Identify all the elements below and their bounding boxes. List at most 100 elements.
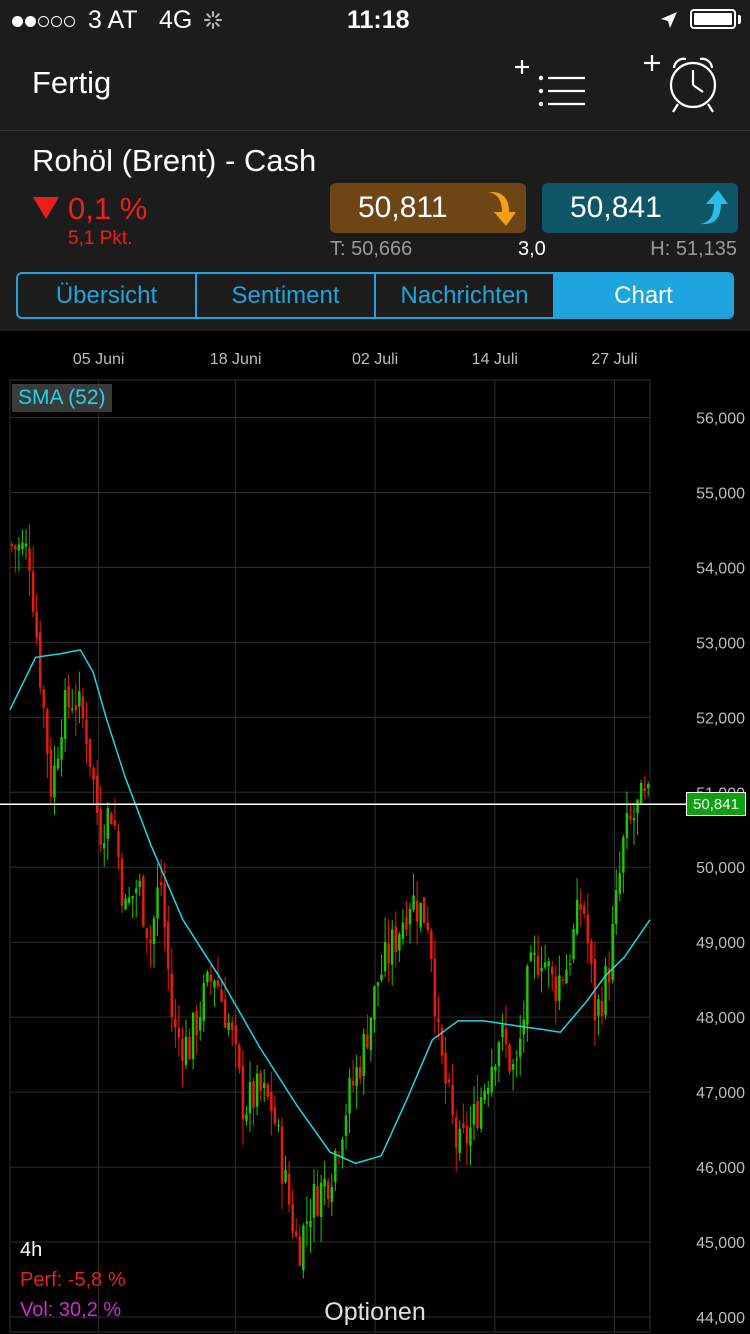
- date-tick-label: 14 Juli: [472, 351, 518, 368]
- arrow-down-icon: [484, 188, 518, 228]
- candle-body: [530, 952, 532, 960]
- location-arrow-icon: [660, 11, 678, 29]
- price-tick-label: 56,000: [696, 410, 745, 427]
- candle-body: [373, 986, 375, 1019]
- price-chart[interactable]: 05 Juni18 Juni02 Juli14 Juli27 Juli 56,0…: [0, 332, 750, 1334]
- sma-line: [10, 650, 650, 1163]
- candle-body: [53, 765, 55, 797]
- price-tick-label: 48,000: [696, 1010, 745, 1027]
- candle-body: [195, 1011, 197, 1035]
- candle-body: [572, 929, 574, 959]
- buy-price: 50,841: [570, 191, 662, 225]
- candlestick-series: [11, 524, 650, 1278]
- chart-canvas[interactable]: 05 Juni18 Juni02 Juli14 Juli27 Juli 56,0…: [0, 332, 750, 1334]
- candle-body: [562, 980, 564, 981]
- candle-body: [274, 1107, 276, 1124]
- candle-body: [519, 1039, 521, 1057]
- candle-body: [267, 1084, 269, 1097]
- tab-overview[interactable]: Übersicht: [18, 274, 197, 317]
- price-tick-label: 46,000: [696, 1160, 745, 1177]
- candle-body: [569, 963, 571, 964]
- candle-body: [75, 706, 77, 711]
- sell-button[interactable]: 50,811: [330, 183, 526, 233]
- candle-body: [85, 720, 87, 744]
- candle-body: [178, 1028, 180, 1037]
- buy-button[interactable]: 50,841: [542, 183, 738, 233]
- candle-body: [587, 915, 589, 944]
- candle-body: [103, 843, 105, 849]
- candle-body: [533, 953, 535, 955]
- candle-body: [149, 939, 151, 943]
- candle-body: [423, 897, 425, 923]
- candle-body: [491, 1067, 493, 1093]
- watchlist-add-icon[interactable]: [513, 54, 591, 114]
- candle-body: [146, 928, 148, 938]
- candle-body: [622, 837, 624, 873]
- candle-body: [89, 739, 91, 767]
- options-button[interactable]: Optionen: [0, 1298, 750, 1327]
- candle-body: [28, 548, 30, 570]
- done-button[interactable]: Fertig: [32, 65, 111, 101]
- change-percent: 0,1 %: [68, 191, 147, 227]
- spread-value: 3,0: [518, 238, 546, 261]
- clock: 11:18: [347, 6, 410, 35]
- candle-body: [430, 931, 432, 959]
- arrow-up-icon: [696, 188, 730, 228]
- current-price-tag: 50,841: [686, 792, 746, 816]
- candle-body: [199, 1017, 201, 1030]
- candle-body: [508, 1044, 510, 1071]
- candle-body: [583, 905, 585, 914]
- candle-body: [398, 934, 400, 950]
- candle-body: [46, 709, 48, 754]
- candle-body: [302, 1225, 304, 1270]
- candle-body: [515, 1059, 517, 1060]
- tab-news[interactable]: Nachrichten: [376, 274, 555, 317]
- candle-body: [437, 1019, 439, 1023]
- candle-body: [92, 768, 94, 780]
- candle-body: [348, 1078, 350, 1114]
- candle-body: [57, 759, 59, 769]
- candle-body: [249, 1082, 251, 1113]
- date-tick-label: 27 Juli: [591, 351, 637, 368]
- indicator-label[interactable]: SMA (52): [12, 384, 112, 412]
- candle-body: [355, 1067, 357, 1086]
- candle-body: [402, 923, 404, 939]
- date-tick-label: 18 Juni: [210, 351, 262, 368]
- candle-body: [299, 1236, 301, 1265]
- status-bar: 3 AT 4G 11:18: [0, 0, 750, 40]
- candle-body: [210, 975, 212, 982]
- candle-body: [114, 820, 116, 826]
- tab-chart[interactable]: Chart: [555, 274, 732, 317]
- candle-body: [295, 1231, 297, 1236]
- tab-sentiment[interactable]: Sentiment: [197, 274, 376, 317]
- performance-label: Perf: -5,8 %: [20, 1269, 126, 1292]
- candle-body: [167, 922, 169, 969]
- candle-body: [512, 1064, 514, 1070]
- candle-body: [188, 1037, 190, 1060]
- candle-body: [544, 962, 546, 967]
- candle-body: [601, 1001, 603, 1016]
- sell-price: 50,811: [358, 191, 448, 225]
- candle-body: [345, 1116, 347, 1136]
- candle-body: [352, 1081, 354, 1086]
- candle-body: [21, 543, 23, 549]
- candle-body: [498, 1042, 500, 1066]
- candle-body: [99, 809, 101, 844]
- candle-body: [444, 1053, 446, 1084]
- candle-body: [615, 890, 617, 924]
- candle-body: [370, 1018, 372, 1050]
- candle-body: [366, 1034, 368, 1047]
- candle-body: [139, 881, 141, 887]
- candle-body: [291, 1204, 293, 1233]
- candle-body: [487, 1088, 489, 1094]
- candle-body: [259, 1073, 261, 1091]
- candle-body: [245, 1115, 247, 1122]
- change-points: 5,1 Pkt.: [68, 228, 132, 250]
- date-axis: 05 Juni18 Juni02 Juli14 Juli27 Juli: [73, 351, 638, 368]
- candle-body: [306, 1221, 308, 1223]
- alarm-add-icon[interactable]: [640, 48, 724, 116]
- candle-body: [455, 1118, 457, 1147]
- candle-body: [409, 909, 411, 925]
- candle-body: [25, 543, 27, 546]
- signal-strength-icon: [12, 14, 77, 32]
